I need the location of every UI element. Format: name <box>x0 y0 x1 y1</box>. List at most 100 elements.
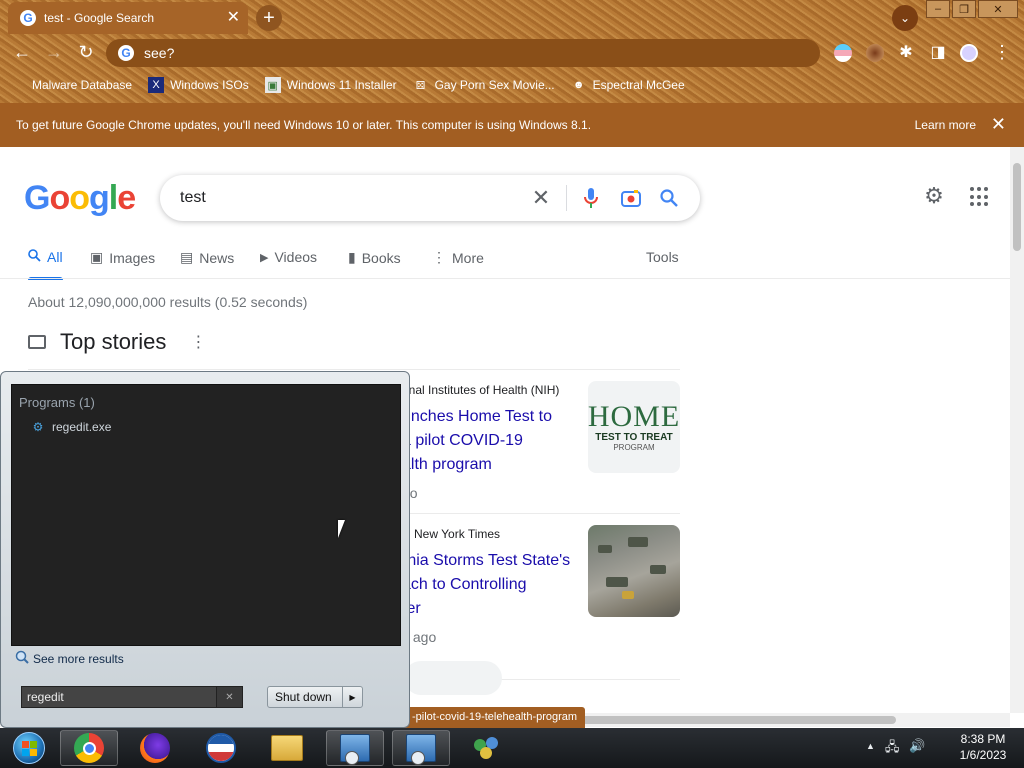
book-icon: ▮ <box>348 249 356 265</box>
tab-all[interactable]: All <box>28 249 63 280</box>
taskbar-obama-logo[interactable] <box>192 730 250 766</box>
tab-more[interactable]: ⋮ More <box>432 249 484 266</box>
story-title-line: rnia Storms Test State's <box>402 552 571 569</box>
shutdown-label: Shut down <box>275 690 332 704</box>
tab-images[interactable]: ▣ Images <box>90 249 155 266</box>
tab-label: More <box>452 249 484 266</box>
chrome-icon <box>74 733 104 763</box>
tab-title: test - Google Search <box>44 11 155 25</box>
address-bar[interactable]: G see? <box>106 39 820 67</box>
see-more-results-link[interactable]: See more results <box>15 650 124 667</box>
taskbar-users[interactable] <box>458 730 516 766</box>
taskbar-regedit-2[interactable] <box>392 730 450 766</box>
system-clock[interactable]: 8:38 PM 1/6/2023 <box>948 731 1018 763</box>
close-window-button[interactable]: ✕ <box>978 0 1018 18</box>
bookmark-windows-11-installer[interactable]: ▣ Windows 11 Installer <box>264 77 397 93</box>
more-news-pill[interactable] <box>404 661 502 695</box>
bookmark-windows-isos[interactable]: X Windows ISOs <box>148 77 249 93</box>
story-thumbnail[interactable] <box>588 525 680 617</box>
microphone-icon[interactable] <box>580 187 602 209</box>
tabs-divider <box>0 278 1010 279</box>
bookmark-label: Windows 11 Installer <box>286 78 397 92</box>
newspaper-icon: ▤ <box>180 249 194 265</box>
infobar-message: To get future Google Chrome updates, you… <box>16 118 592 132</box>
camera-lens-icon[interactable] <box>620 187 642 209</box>
bookmark-espectral-mcgee[interactable]: ☻ Espectral McGee <box>571 77 685 93</box>
vertical-scrollbar[interactable] <box>1010 147 1024 713</box>
new-tab-button[interactable]: + <box>256 5 282 31</box>
infobar-close-icon[interactable]: ✕ <box>991 114 1006 135</box>
clear-search-icon[interactable]: ✕ <box>216 687 242 707</box>
bookmark-gay-porn[interactable]: ⚄ Gay Porn Sex Movie... <box>413 77 555 93</box>
newspaper-icon <box>28 335 46 349</box>
clear-search-icon[interactable]: ✕ <box>530 185 552 210</box>
trans-flag-extension-icon[interactable] <box>834 44 852 62</box>
back-arrow-icon[interactable]: ← <box>10 40 34 64</box>
play-icon: ▶ <box>260 251 269 264</box>
side-panel-icon[interactable]: ◨ <box>926 40 950 64</box>
taskbar-chrome[interactable] <box>60 730 118 766</box>
tools-button[interactable]: Tools <box>646 249 679 265</box>
story-source: onal Institutes of Health (NIH) <box>402 383 560 397</box>
settings-gear-icon[interactable]: ⚙ <box>922 183 946 208</box>
top-stories-heading: Top stories ⋮ <box>28 329 206 355</box>
learn-more-link[interactable]: Learn more <box>915 118 976 132</box>
users-icon <box>472 735 502 761</box>
registry-editor-icon <box>340 734 370 765</box>
tab-videos[interactable]: ▶ Videos <box>260 249 317 265</box>
story-title[interactable]: rnia Storms Test State's ach to Controll… <box>402 549 574 621</box>
story-title-line: unches Home Test to <box>402 408 553 425</box>
bookmark-malware-database[interactable]: Malware Database <box>10 77 132 93</box>
story-card[interactable]: onal Institutes of Health (NIH) unches H… <box>402 381 682 511</box>
browser-tab[interactable]: G test - Google Search ✕ <box>8 2 248 34</box>
clock-date: 1/6/2023 <box>959 748 1007 762</box>
start-search-value: regedit <box>27 690 64 704</box>
search-icon[interactable] <box>658 187 680 209</box>
thumb-home-text: HOME <box>588 400 680 433</box>
google-logo[interactable]: Google <box>24 179 136 218</box>
shutdown-button[interactable]: Shut down ▶ <box>267 686 363 708</box>
reload-icon[interactable]: ↻ <box>74 40 98 64</box>
tab-close-icon[interactable]: ✕ <box>227 10 240 26</box>
story-divider <box>28 369 680 370</box>
search-input[interactable]: test ✕ <box>160 175 700 221</box>
start-results-list: Programs (1) ⚙ regedit.exe <box>11 384 401 646</box>
taskbar: ▲ 🖧 🔊 8:38 PM 1/6/2023 <box>0 728 1024 768</box>
start-search-input[interactable]: regedit ✕ <box>21 686 243 708</box>
extensions-puzzle-icon[interactable]: ✱ <box>894 40 918 64</box>
story-thumbnail[interactable]: HOME TEST TO TREAT PROGRAM <box>588 381 680 473</box>
forward-arrow-icon[interactable]: → <box>42 40 66 64</box>
tab-label: Videos <box>274 249 318 265</box>
volume-icon[interactable]: 🔊 <box>909 738 925 760</box>
regedit-result[interactable]: ⚙ regedit.exe <box>30 420 112 434</box>
taskbar-explorer[interactable] <box>258 730 316 766</box>
image-icon: ▣ <box>264 77 281 93</box>
minimize-button[interactable]: – <box>926 0 950 18</box>
tab-news[interactable]: ▤ News <box>180 249 234 266</box>
taskbar-firefox[interactable] <box>126 730 184 766</box>
account-avatar-icon[interactable] <box>960 44 978 62</box>
story-source: New York Times <box>414 527 501 541</box>
logo-letter: l <box>108 179 119 217</box>
network-icon[interactable]: 🖧 <box>885 738 900 760</box>
menu-more-icon[interactable]: ⋮ <box>990 40 1014 64</box>
search-icon <box>28 249 41 265</box>
start-button[interactable] <box>0 730 58 766</box>
profile-avatar-icon[interactable] <box>866 44 884 62</box>
story-title[interactable]: unches Home Test to a pilot COVID-19 alt… <box>402 405 574 477</box>
search-divider <box>566 185 567 211</box>
image-icon: ▣ <box>90 249 104 265</box>
google-apps-grid-icon[interactable] <box>970 187 990 207</box>
taskbar-regedit[interactable] <box>326 730 384 766</box>
story-card[interactable]: New York Times rnia Storms Test State's … <box>402 525 682 655</box>
shutdown-options-arrow-icon[interactable]: ▶ <box>342 687 362 707</box>
bookmarks-bar: Malware Database X Windows ISOs ▣ Window… <box>0 72 1024 98</box>
tab-search-button[interactable]: ⌄ <box>892 5 918 31</box>
more-vert-icon: ⋮ <box>432 249 446 265</box>
programs-heading: Programs (1) <box>19 395 95 410</box>
tab-books[interactable]: ▮ Books <box>348 249 401 266</box>
scrollbar-thumb[interactable] <box>1013 163 1021 251</box>
show-hidden-icons-arrow-icon[interactable]: ▲ <box>866 738 875 760</box>
maximize-button[interactable]: ❐ <box>952 0 976 18</box>
more-vert-icon[interactable]: ⋮ <box>190 332 206 352</box>
